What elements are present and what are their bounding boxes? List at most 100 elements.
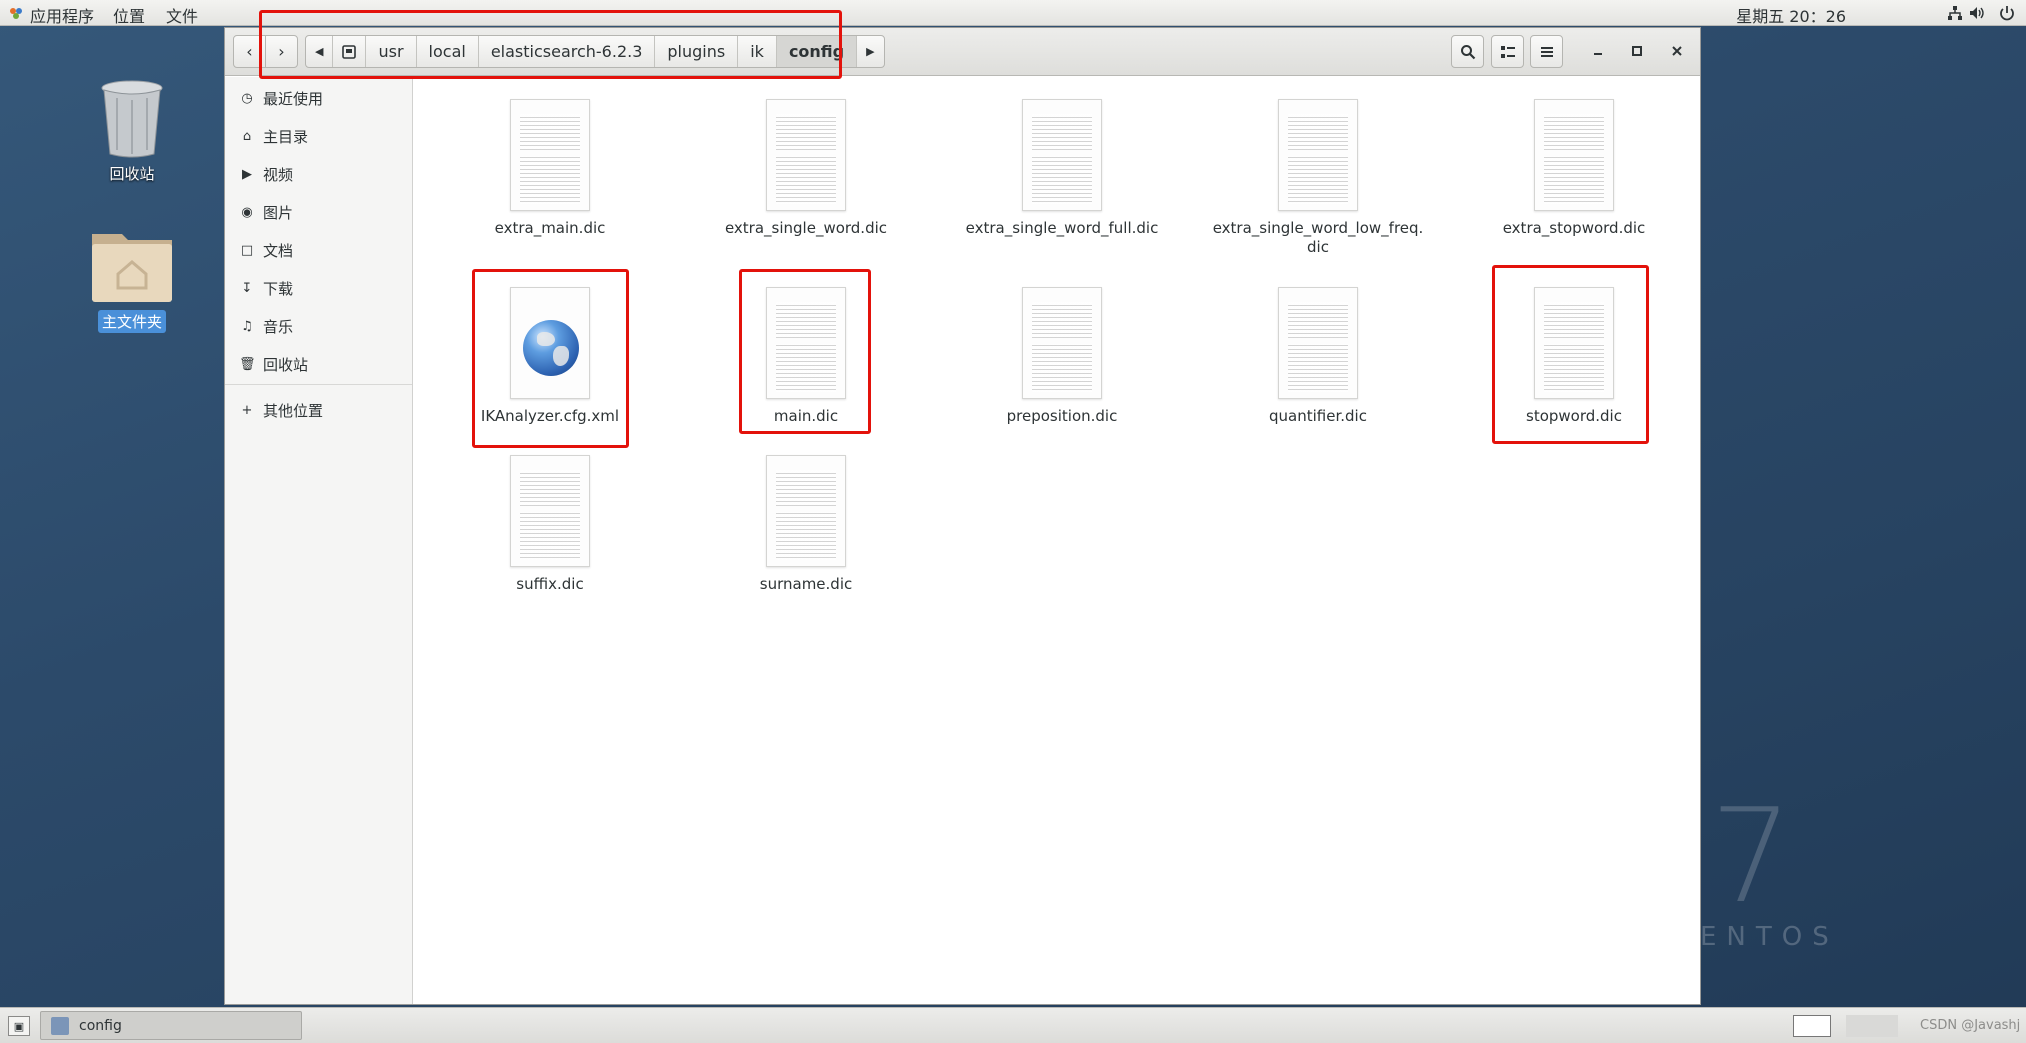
file-name: extra_stopword.dic bbox=[1502, 219, 1646, 237]
desktop-trash-label: 回收站 bbox=[109, 165, 155, 183]
text-file-icon bbox=[766, 455, 846, 567]
clock-icon: ◷ bbox=[241, 90, 253, 106]
show-desktop-icon: ▣ bbox=[13, 1019, 25, 1033]
file-name: surname.dic bbox=[759, 575, 853, 593]
file-item[interactable]: extra_single_word_low_freq.dic bbox=[1208, 99, 1428, 257]
sidebar-item-label: 其他位置 bbox=[263, 401, 324, 420]
file-item[interactable]: extra_main.dic bbox=[440, 99, 660, 238]
text-file-icon bbox=[1278, 287, 1358, 399]
power-icon[interactable] bbox=[1998, 4, 2016, 22]
text-file-icon bbox=[1278, 99, 1358, 211]
plus-icon: + bbox=[241, 402, 253, 418]
file-item[interactable]: suffix.dic bbox=[440, 455, 660, 594]
centos-watermark-number: 7 bbox=[1710, 780, 1793, 932]
download-icon: ↧ bbox=[241, 280, 253, 296]
music-icon: ♫ bbox=[241, 318, 253, 334]
triangle-right-icon: ▶ bbox=[866, 45, 875, 58]
file-name: suffix.dic bbox=[516, 575, 584, 593]
file-manager-icon bbox=[51, 1016, 69, 1035]
trash-icon: 🗑 bbox=[239, 356, 256, 372]
file-item[interactable]: extra_stopword.dic bbox=[1464, 99, 1684, 238]
sidebar-item-label: 回收站 bbox=[263, 355, 309, 374]
annotation-highlight-main-dic bbox=[739, 269, 871, 434]
search-button[interactable] bbox=[1451, 35, 1484, 68]
desktop-trash[interactable]: 回收站 bbox=[67, 78, 197, 185]
video-icon: ▶ bbox=[242, 166, 252, 182]
sidebar-item-label: 视频 bbox=[263, 165, 294, 184]
menu-button[interactable] bbox=[1530, 35, 1563, 68]
text-file-icon bbox=[766, 99, 846, 211]
workspace-1[interactable] bbox=[1793, 1015, 1831, 1037]
home-folder-icon bbox=[92, 234, 172, 302]
list-view-icon bbox=[1500, 45, 1515, 58]
file-item[interactable]: extra_single_word_full.dic bbox=[952, 99, 1172, 238]
file-grid: extra_main.dic extra_single_word.dic ext… bbox=[414, 77, 1700, 1004]
sidebar-item-home[interactable]: ⌂ 主目录 bbox=[239, 121, 308, 151]
desktop-home-label: 主文件夹 bbox=[97, 310, 166, 333]
trash-can-icon bbox=[101, 80, 163, 158]
workspace-2[interactable] bbox=[1846, 1015, 1898, 1037]
camera-icon: ◉ bbox=[241, 204, 253, 220]
applications-menu[interactable]: 应用程序 bbox=[30, 3, 94, 27]
sidebar: ◷ 最近使用 ⌂ 主目录 ▶ 视频 ◉ 图片 □ 文档 ↧ 下载 ♫ 音乐 🗑 bbox=[225, 77, 413, 1004]
minimize-button[interactable] bbox=[1587, 40, 1609, 62]
applications-icon[interactable] bbox=[9, 6, 23, 20]
taskbar-window-config[interactable]: config bbox=[40, 1011, 302, 1040]
sidebar-item-other-locations[interactable]: + 其他位置 bbox=[239, 395, 323, 425]
file-manager-window: ‹ › ◀ usr local elasticsearch-6.2.3 plug… bbox=[224, 27, 1701, 1005]
annotation-highlight-stopword-dic bbox=[1492, 265, 1649, 444]
sidebar-item-documents[interactable]: □ 文档 bbox=[239, 235, 293, 265]
sidebar-item-downloads[interactable]: ↧ 下载 bbox=[239, 273, 293, 303]
sidebar-item-music[interactable]: ♫ 音乐 bbox=[239, 311, 293, 341]
file-item[interactable]: extra_single_word.dic bbox=[696, 99, 916, 238]
file-name: preposition.dic bbox=[1006, 407, 1118, 425]
file-name: quantifier.dic bbox=[1269, 407, 1367, 425]
bottom-taskbar: ▣ config CSDN @Javashj bbox=[0, 1007, 2026, 1043]
file-name: extra_single_word.dic bbox=[724, 219, 888, 237]
text-file-icon bbox=[1534, 99, 1614, 211]
file-name: extra_main.dic bbox=[494, 219, 606, 237]
chevron-left-icon: ‹ bbox=[246, 42, 253, 61]
path-scroll-right-button[interactable]: ▶ bbox=[857, 36, 883, 67]
taskbar-window-label: config bbox=[79, 1017, 122, 1034]
maximize-button[interactable] bbox=[1626, 40, 1648, 62]
text-file-icon bbox=[510, 455, 590, 567]
clock[interactable]: 星期五 20：26 bbox=[1736, 3, 1846, 27]
text-file-icon bbox=[1022, 99, 1102, 211]
minimize-icon bbox=[1594, 53, 1602, 55]
sidebar-item-label: 最近使用 bbox=[263, 89, 324, 108]
desktop-home-folder[interactable]: 主文件夹 bbox=[67, 222, 197, 333]
hamburger-menu-icon bbox=[1540, 46, 1553, 57]
sidebar-item-trash[interactable]: 🗑 回收站 bbox=[239, 349, 308, 379]
sidebar-item-label: 音乐 bbox=[263, 317, 294, 336]
document-icon: □ bbox=[240, 242, 254, 258]
file-item[interactable]: surname.dic bbox=[696, 455, 916, 594]
annotation-highlight-path bbox=[259, 10, 842, 79]
files-menu[interactable]: 文件 bbox=[166, 3, 198, 27]
sidebar-item-label: 下载 bbox=[263, 279, 294, 298]
sidebar-item-videos[interactable]: ▶ 视频 bbox=[239, 159, 293, 189]
file-name: extra_single_word_low_freq.dic bbox=[1212, 219, 1424, 256]
annotation-highlight-ikanalyzer bbox=[472, 269, 629, 448]
view-toggle-button[interactable] bbox=[1491, 35, 1524, 68]
sidebar-item-pictures[interactable]: ◉ 图片 bbox=[239, 197, 293, 227]
maximize-icon bbox=[1632, 46, 1642, 56]
file-item[interactable]: preposition.dic bbox=[952, 287, 1172, 426]
volume-icon[interactable] bbox=[1968, 4, 1986, 22]
places-menu[interactable]: 位置 bbox=[113, 3, 145, 27]
sidebar-item-label: 图片 bbox=[263, 203, 294, 222]
sidebar-divider bbox=[225, 384, 412, 385]
home-icon: ⌂ bbox=[242, 128, 252, 144]
file-name: extra_single_word_full.dic bbox=[965, 219, 1159, 237]
search-icon bbox=[1460, 44, 1475, 59]
close-icon bbox=[1672, 46, 1682, 56]
centos-watermark-text: ENTOS bbox=[1700, 922, 1839, 952]
close-button[interactable] bbox=[1666, 40, 1688, 62]
file-item[interactable]: quantifier.dic bbox=[1208, 287, 1428, 426]
csdn-watermark: CSDN @Javashj bbox=[1920, 1018, 2021, 1033]
sidebar-item-recent[interactable]: ◷ 最近使用 bbox=[239, 83, 323, 113]
sidebar-item-label: 文档 bbox=[263, 241, 294, 260]
show-desktop-button[interactable]: ▣ bbox=[8, 1016, 30, 1036]
network-icon[interactable] bbox=[1946, 4, 1964, 22]
text-file-icon bbox=[510, 99, 590, 211]
